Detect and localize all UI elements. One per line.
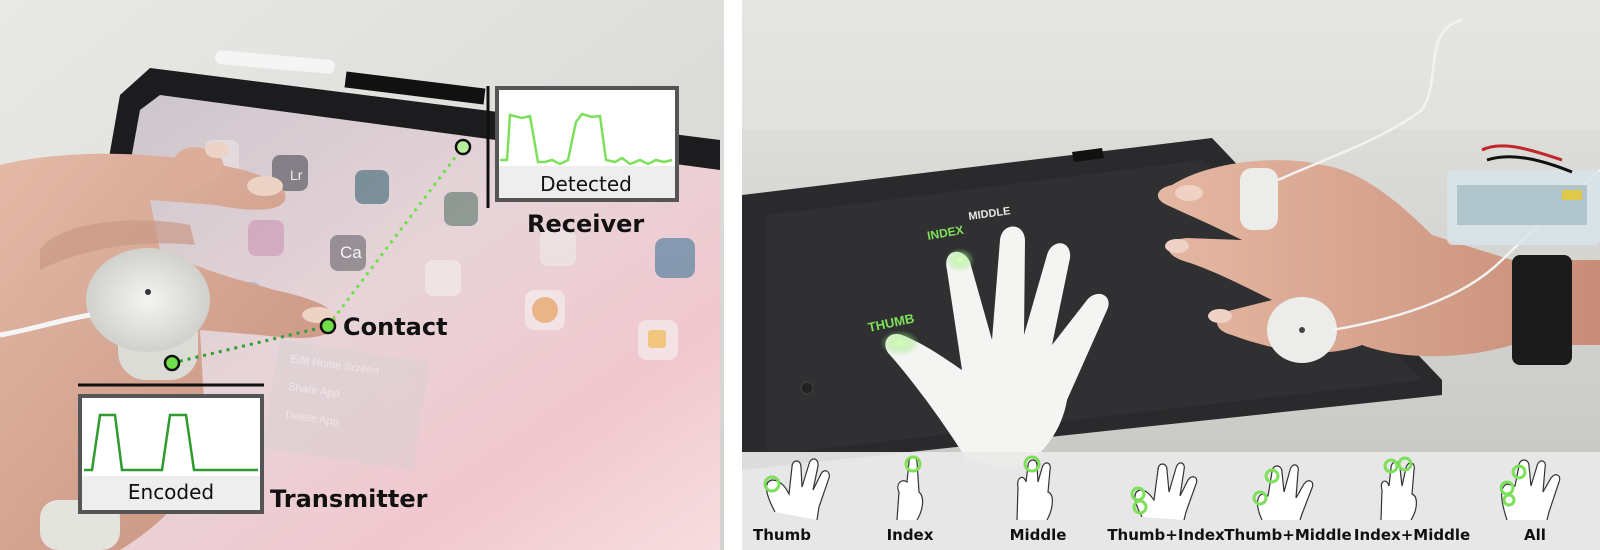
app-icon-ca: Ca bbox=[340, 243, 362, 262]
transmitter-label: Transmitter bbox=[270, 485, 428, 513]
receiver-graph: Detected bbox=[486, 86, 679, 208]
right-photo-panel: THUMB INDEX MIDDLE Thumb Index Middle Th… bbox=[742, 0, 1600, 550]
gesture-label-thumb: Thumb bbox=[753, 526, 811, 544]
gesture-label-thumb-index: Thumb+Index bbox=[1107, 526, 1225, 544]
gesture-label-all: All bbox=[1524, 526, 1546, 544]
receiver-graph-label: Detected bbox=[540, 172, 632, 196]
right-photo: THUMB INDEX MIDDLE Thumb Index Middle Th… bbox=[742, 0, 1600, 550]
receiver-point bbox=[454, 138, 472, 156]
gesture-label-middle: Middle bbox=[1010, 526, 1067, 544]
gesture-label-index-middle: Index+Middle bbox=[1354, 526, 1470, 544]
context-menu: Edit Home Screen Share App Delete App bbox=[262, 340, 430, 470]
app-icon-lr: Lr bbox=[290, 167, 303, 183]
panel-divider bbox=[724, 0, 742, 550]
transmitter-graph: Encoded bbox=[78, 383, 264, 514]
contact-label: Contact bbox=[343, 313, 448, 341]
wrist-strap bbox=[1512, 255, 1572, 365]
left-photo-panel: Lr Ca Edit Home Screen Share App Delete … bbox=[0, 0, 724, 550]
receiver-label: Receiver bbox=[527, 210, 644, 238]
gesture-index-middle-icon bbox=[1380, 456, 1417, 521]
gesture-label-thumb-middle: Thumb+Middle bbox=[1224, 526, 1351, 544]
left-photo: Lr Ca Edit Home Screen Share App Delete … bbox=[0, 0, 724, 550]
transmitter-point bbox=[163, 354, 181, 372]
figure: Lr Ca Edit Home Screen Share App Delete … bbox=[0, 0, 1600, 550]
contact-point bbox=[319, 317, 337, 335]
gesture-label-index: Index bbox=[887, 526, 934, 544]
transmitter-graph-label: Encoded bbox=[128, 480, 214, 504]
